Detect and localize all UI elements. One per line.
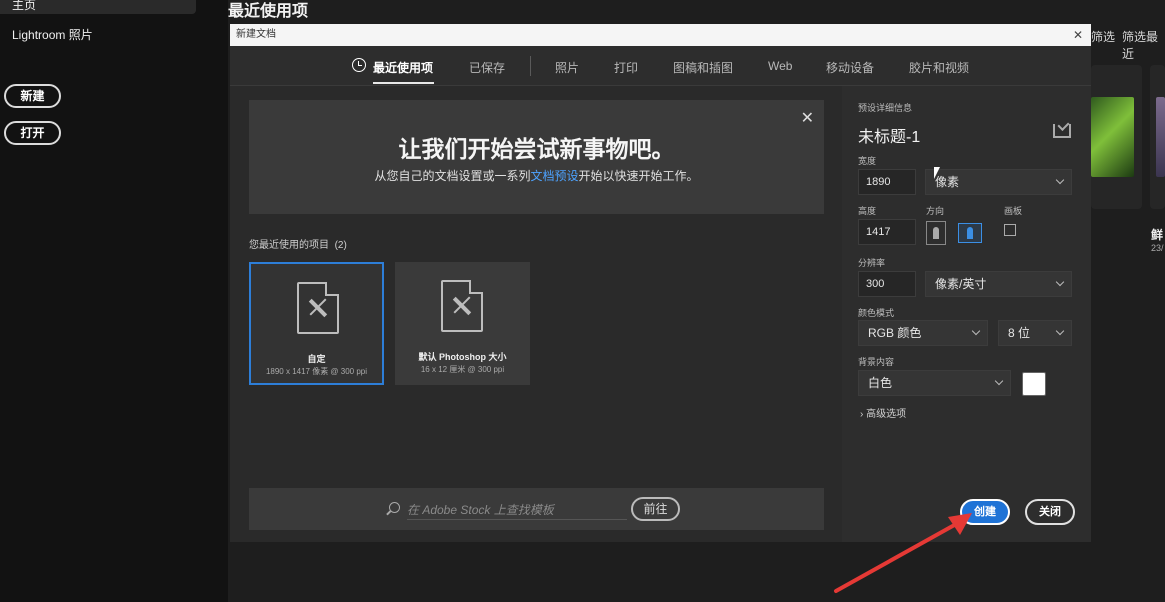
preset-card-name: 默认 Photoshop 大小 bbox=[418, 352, 507, 362]
width-input[interactable]: 1890 bbox=[858, 169, 916, 195]
tab-mobile[interactable]: 移动设备 bbox=[826, 59, 874, 76]
color-mode-select[interactable]: RGB 颜色 bbox=[858, 320, 988, 346]
height-input[interactable]: 1417 bbox=[858, 219, 916, 245]
close-icon[interactable]: ✕ bbox=[1073, 24, 1083, 46]
sidebar: 主页 Lightroom 照片 新建 打开 bbox=[0, 0, 228, 602]
tab-print[interactable]: 打印 bbox=[614, 59, 638, 76]
page-title: 最近使用项 bbox=[228, 3, 309, 20]
welcome-subtitle-text: 开始以快速开始工作。 bbox=[578, 169, 699, 183]
resolution-unit-select[interactable]: 像素/英寸 bbox=[925, 271, 1072, 297]
document-icon bbox=[297, 282, 339, 334]
stock-search-bar: 在 Adobe Stock 上查找模板 前往 bbox=[249, 488, 824, 530]
background-value: 白色 bbox=[868, 376, 893, 390]
recent-items-title: 您最近使用的项目 bbox=[249, 240, 329, 251]
new-button[interactable]: 新建 bbox=[4, 84, 61, 108]
artboard-label: 画板 bbox=[1004, 206, 1023, 216]
tab-divider bbox=[530, 56, 531, 76]
advanced-options-label: 高级选项 bbox=[866, 409, 907, 420]
welcome-subtitle: 从您自己的文档设置或一系列文档预设开始以快速开始工作。 bbox=[249, 167, 824, 184]
recent-file-thumbnail bbox=[1091, 97, 1134, 177]
recent-file-card[interactable] bbox=[1150, 65, 1165, 209]
width-unit-select[interactable]: 像素 bbox=[925, 169, 1072, 195]
resolution-input[interactable]: 300 bbox=[858, 271, 916, 297]
preset-details-label: 预设详细信息 bbox=[858, 103, 913, 113]
document-icon bbox=[441, 280, 483, 332]
resolution-unit-value: 像素/英寸 bbox=[935, 277, 987, 291]
active-tab-indicator bbox=[373, 82, 434, 84]
background-label: 背景内容 bbox=[858, 357, 895, 367]
advanced-options-toggle[interactable]: › 高级选项 bbox=[860, 405, 906, 420]
chevron-down-icon bbox=[994, 376, 1004, 386]
tab-recent[interactable]: 最近使用项 bbox=[373, 59, 433, 76]
color-mode-value: RGB 颜色 bbox=[868, 326, 922, 340]
recent-file-date: 23/ bbox=[1151, 243, 1164, 253]
filter-label[interactable]: 筛选 bbox=[1091, 28, 1115, 45]
portrait-icon[interactable] bbox=[926, 221, 946, 245]
recent-file-card[interactable] bbox=[1091, 65, 1142, 209]
filter-recent-label[interactable]: 筛选最近 bbox=[1122, 28, 1165, 62]
stock-search-input[interactable]: 在 Adobe Stock 上查找模板 bbox=[407, 501, 554, 518]
chevron-down-icon bbox=[1055, 326, 1065, 336]
height-label: 高度 bbox=[858, 206, 877, 216]
sidebar-item-home[interactable]: 主页 bbox=[0, 0, 196, 14]
background-color-swatch[interactable] bbox=[1022, 372, 1046, 396]
background-select[interactable]: 白色 bbox=[858, 370, 1011, 396]
search-icon bbox=[389, 502, 400, 513]
chevron-down-icon bbox=[1055, 277, 1065, 287]
tab-photo[interactable]: 照片 bbox=[555, 59, 579, 76]
dialog-title: 新建文档 bbox=[236, 29, 276, 40]
recent-file-name: 鲜 bbox=[1151, 228, 1164, 242]
color-mode-label: 颜色模式 bbox=[858, 308, 895, 318]
close-button[interactable]: 关闭 bbox=[1025, 499, 1075, 525]
new-document-dialog: 新建文档 ✕ 最近使用项 已保存 照片 打印 图稿和插图 Web 移动设备 胶片… bbox=[230, 24, 1091, 542]
preset-details-pane: 预设详细信息 未标题-1 宽度 1890 像素 高度 方向 画板 1417 分辨… bbox=[842, 86, 1091, 542]
dialog-titlebar: 新建文档 ✕ bbox=[230, 24, 1091, 46]
resolution-label: 分辨率 bbox=[858, 258, 886, 268]
tab-art-illustration[interactable]: 图稿和插图 bbox=[673, 59, 733, 76]
mouse-cursor-icon bbox=[934, 167, 940, 179]
sidebar-item-lightroom[interactable]: Lightroom 照片 bbox=[0, 26, 196, 44]
welcome-banner: 让我们开始尝试新事物吧。 从您自己的文档设置或一系列文档预设开始以快速开始工作。… bbox=[249, 100, 824, 214]
save-preset-icon[interactable] bbox=[1053, 124, 1071, 138]
clock-icon bbox=[352, 58, 366, 72]
width-label: 宽度 bbox=[858, 156, 877, 166]
recent-file-thumbnail bbox=[1156, 97, 1165, 177]
tab-web[interactable]: Web bbox=[768, 59, 792, 73]
recent-items-count: (2) bbox=[334, 240, 347, 251]
stock-go-button[interactable]: 前往 bbox=[631, 497, 680, 521]
category-tabs: 最近使用项 已保存 照片 打印 图稿和插图 Web 移动设备 胶片和视频 bbox=[230, 46, 1091, 86]
chevron-down-icon bbox=[1055, 175, 1065, 185]
chevron-down-icon bbox=[971, 326, 981, 336]
orientation-label: 方向 bbox=[926, 206, 945, 216]
close-banner-icon[interactable]: ✕ bbox=[801, 108, 814, 128]
presets-pane: 让我们开始尝试新事物吧。 从您自己的文档设置或一系列文档预设开始以快速开始工作。… bbox=[230, 86, 842, 542]
welcome-subtitle-text: 从您自己的文档设置或一系列 bbox=[374, 169, 531, 183]
preset-card-meta: 1890 x 1417 像素 @ 300 ppi bbox=[265, 367, 368, 376]
landscape-icon[interactable] bbox=[958, 223, 982, 243]
tab-film-video[interactable]: 胶片和视频 bbox=[909, 59, 969, 76]
bit-depth-select[interactable]: 8 位 bbox=[998, 320, 1072, 346]
preset-card-name: 自定 bbox=[307, 354, 326, 364]
artboard-checkbox[interactable] bbox=[1004, 224, 1016, 236]
open-button[interactable]: 打开 bbox=[4, 121, 61, 145]
recent-items-label: 您最近使用的项目 (2) bbox=[249, 236, 347, 251]
preset-card-default[interactable]: 默认 Photoshop 大小 16 x 12 厘米 @ 300 ppi bbox=[395, 262, 530, 385]
document-presets-link[interactable]: 文档预设 bbox=[530, 169, 578, 183]
bit-depth-value: 8 位 bbox=[1008, 326, 1031, 340]
document-name-field[interactable]: 未标题-1 bbox=[858, 123, 920, 147]
tab-saved[interactable]: 已保存 bbox=[469, 59, 505, 76]
preset-card-custom[interactable]: 自定 1890 x 1417 像素 @ 300 ppi bbox=[249, 262, 384, 385]
preset-card-meta: 16 x 12 厘米 @ 300 ppi bbox=[420, 365, 505, 374]
chevron-right-icon: › bbox=[860, 409, 864, 420]
annotation-arrow-icon bbox=[834, 513, 972, 593]
stock-search-underline bbox=[407, 519, 627, 520]
welcome-title: 让我们开始尝试新事物吧。 bbox=[398, 136, 675, 162]
